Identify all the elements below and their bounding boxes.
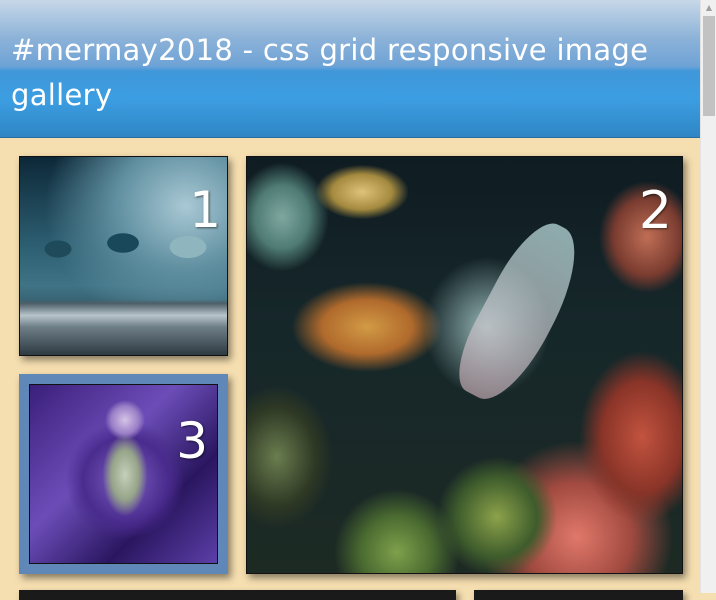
gallery-item-4[interactable] <box>19 590 456 600</box>
gallery-item-5[interactable] <box>474 590 683 600</box>
gallery-item-3[interactable]: 3 <box>19 374 228 574</box>
page-title: #mermay2018 - css grid responsive image … <box>11 33 649 112</box>
gallery-item-number: 1 <box>189 181 221 239</box>
purple-fractal-mermaid-image <box>29 384 218 564</box>
gallery-item-number: 2 <box>638 181 672 241</box>
vertical-scrollbar[interactable]: ▲ <box>700 0 716 593</box>
scroll-up-arrow-icon[interactable]: ▲ <box>701 2 716 14</box>
gallery-item-1[interactable]: 1 <box>19 156 228 356</box>
gallery-item-2[interactable]: 2 <box>246 156 683 574</box>
coral-reef-mermaid-image <box>444 211 596 413</box>
gallery-item-number: 3 <box>176 412 208 470</box>
scrollbar-thumb[interactable] <box>703 16 715 116</box>
page-header: #mermay2018 - css grid responsive image … <box>0 0 700 138</box>
